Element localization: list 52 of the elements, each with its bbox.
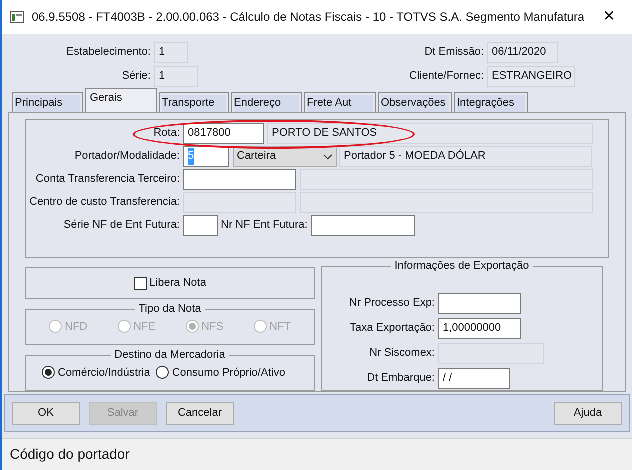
dialog-button[interactable]: Cancelar <box>166 402 234 424</box>
field-label: Conta Transferencia Terceiro: <box>34 172 181 188</box>
tab[interactable]: Endereço <box>231 92 302 112</box>
tab[interactable]: Observações <box>378 92 452 112</box>
tab[interactable]: Integrações <box>454 92 528 112</box>
tab[interactable]: Gerais <box>85 88 157 112</box>
app-icon <box>10 11 24 23</box>
field-label: Dt Emissão: <box>424 45 485 60</box>
field-label: Portador/Modalidade: <box>74 149 181 164</box>
field-label: Estabelecimento: <box>66 45 152 60</box>
field-label: Série: <box>121 69 152 84</box>
field-label: Nr Siscomex: <box>368 346 436 361</box>
field-label: Cliente/Fornec: <box>408 69 485 84</box>
input-field[interactable]: 1 <box>154 42 188 63</box>
radio-icon[interactable] <box>42 366 55 380</box>
input-field[interactable] <box>438 292 521 314</box>
field-label: Nr Processo Exp: <box>348 296 436 311</box>
field-label: Rota: <box>152 126 181 142</box>
field-label: Série NF de Ent Futura: <box>62 218 181 234</box>
input-field[interactable] <box>183 169 296 190</box>
field-label: Taxa Exportação: <box>349 320 436 336</box>
input-field[interactable] <box>310 215 415 236</box>
group-title: Tipo da Nota <box>138 302 202 318</box>
tab[interactable]: Frete Aut <box>304 92 376 112</box>
dialog-button[interactable]: Ajuda <box>554 402 622 424</box>
field-label: Centro de custo Transferencia: <box>28 195 181 210</box>
radio-option[interactable]: Comércio/Indústria <box>42 364 150 382</box>
input-field[interactable]: 06/11/2020 <box>487 42 558 63</box>
close-button[interactable]: ✕ <box>599 6 620 28</box>
input-field[interactable]: 1 <box>154 66 198 87</box>
input-field[interactable]: PORTO DE SANTOS <box>267 123 593 144</box>
input-field[interactable]: 1,00000000 <box>438 318 521 338</box>
input-field[interactable]: 0817800 <box>183 123 264 144</box>
group-title: Informações de Exportação <box>394 259 530 274</box>
window-title: 06.9.5508 - FT4003B - 2.00.00.063 - Cálculo de Notas Fiscais - 10 - TOTVS S.A. Segmento Manufatura <box>32 9 586 26</box>
status-text: Código do portador <box>10 445 130 464</box>
input-field[interactable] <box>183 215 218 236</box>
field-label: Dt Embarque: <box>366 370 436 386</box>
checkbox[interactable] <box>134 276 147 290</box>
input-field[interactable]: / / <box>438 368 510 388</box>
dialog-button[interactable]: OK <box>12 402 80 424</box>
tab[interactable]: Principais <box>12 92 83 112</box>
radio-option[interactable]: Consumo Próprio/Ativo <box>156 364 286 382</box>
chevron-down-icon <box>323 154 333 160</box>
field-label: Nr NF Ent Futura: <box>220 218 309 234</box>
radio-icon[interactable] <box>156 366 170 380</box>
input-field[interactable]: ESTRANGEIRO <box>487 66 575 87</box>
dropdown[interactable]: Carteira <box>233 146 337 167</box>
tab[interactable]: Transporte <box>159 92 229 112</box>
checkbox-option[interactable]: Libera Nota <box>134 274 206 292</box>
group-title: Destino da Mercadoria <box>114 348 226 364</box>
input-field[interactable]: Portador 5 - MOEDA DÓLAR <box>339 146 592 167</box>
